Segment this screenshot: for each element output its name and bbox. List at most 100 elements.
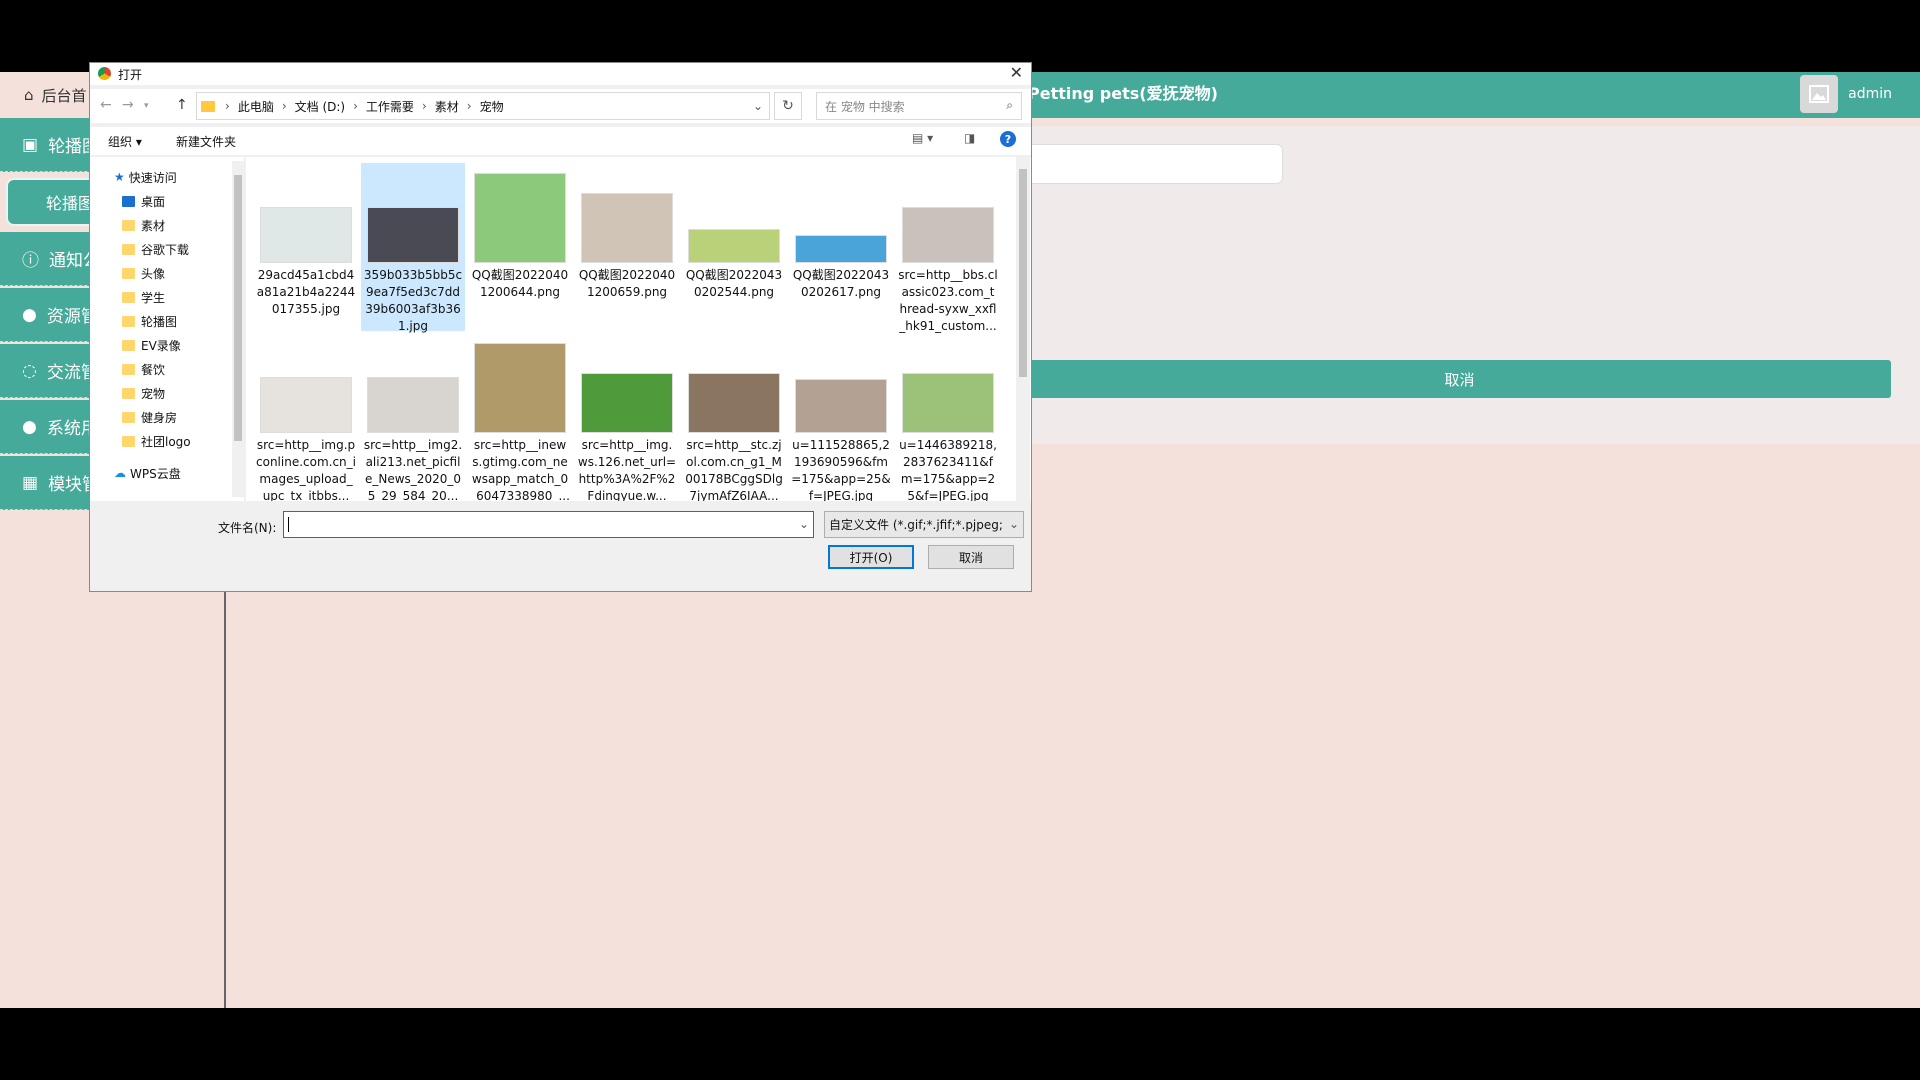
close-icon[interactable]: ✕ (1010, 63, 1023, 82)
refresh-icon[interactable]: ↻ (774, 92, 802, 120)
breadcrumb-item[interactable]: 工作需要 (366, 98, 414, 115)
nav-item-label: 轮播图 (141, 314, 178, 329)
bulb-icon: ● (22, 304, 37, 325)
info-icon: ⓘ (22, 251, 39, 271)
form-cancel-button[interactable]: 取消 (1028, 360, 1891, 398)
file-item[interactable]: QQ截图20220401200644.png (468, 163, 572, 331)
file-grid: 29acd45a1cbd4a81a21b4a2244017355.jpg 359b… (246, 157, 1031, 501)
file-item[interactable]: src=http__img.pconline.com.cn_images_upl… (254, 333, 358, 501)
back-arrow-icon[interactable]: ← (100, 97, 112, 113)
file-thumbnail (367, 377, 459, 433)
new-folder-button[interactable]: 新建文件夹 (176, 133, 236, 150)
file-name: QQ截图20220430202617.png (792, 268, 890, 299)
nav-item-label: WPS云盘 (130, 466, 181, 481)
file-item[interactable]: src=http__img.ws.126.net_url=http%3A%2F%… (575, 333, 679, 501)
home-link[interactable]: ⌂ 后台首 (0, 72, 100, 118)
nav-item-label: 社团logo (141, 434, 191, 449)
file-name: src=http__img.ws.126.net_url=http%3A%2F%… (577, 438, 677, 501)
file-item[interactable]: 359b033b5bb5c9ea7f5ed3c7dd39b6003af3b361… (361, 163, 465, 333)
file-thumbnail (581, 193, 673, 263)
breadcrumb-item[interactable]: 素材 (435, 98, 459, 115)
file-name: QQ截图20220430202544.png (685, 268, 783, 299)
star-icon: ★ (114, 170, 125, 184)
nav-item-label: 餐饮 (141, 362, 166, 377)
nav-scrollbar[interactable] (232, 161, 244, 497)
file-item[interactable]: src=http__bbs.classic023.com_thread-syxw… (896, 163, 1000, 333)
up-arrow-icon[interactable]: ↑ (176, 97, 188, 113)
file-thumbnail (474, 343, 566, 433)
file-item[interactable]: QQ截图20220401200659.png (575, 163, 679, 331)
file-item[interactable]: src=http__stc.zjol.com.cn_g1_M00178BCggS… (682, 333, 786, 501)
file-name: src=http__bbs.classic023.com_thread-syxw… (898, 268, 998, 333)
file-thumbnail (688, 229, 780, 263)
breadcrumb-item[interactable]: 此电脑 (238, 98, 274, 115)
file-item[interactable]: QQ截图20220430202544.png (682, 163, 786, 331)
form-input[interactable] (1028, 144, 1283, 184)
nav-item-label: 素材 (141, 218, 166, 233)
search-input[interactable]: 在 宠物 中搜索 ⌕ (816, 92, 1022, 120)
file-grid-scrollbar[interactable] (1016, 157, 1030, 501)
nav-item-label: EV录像 (141, 338, 181, 353)
chevron-right-icon: › (421, 99, 427, 113)
breadcrumb-item[interactable]: 文档 (D:) (295, 98, 345, 115)
folder-icon (122, 267, 135, 279)
desktop-icon (122, 195, 135, 207)
search-placeholder: 在 宠物 中搜索 (825, 99, 905, 114)
file-item[interactable]: 29acd45a1cbd4a81a21b4a2244017355.jpg (254, 163, 358, 331)
nav-scrollbar-thumb[interactable] (234, 175, 242, 441)
home-label: 后台首 (41, 86, 87, 105)
file-name: QQ截图20220401200659.png (578, 268, 676, 299)
chevron-down-icon[interactable]: ⌄ (799, 517, 809, 531)
file-item[interactable]: u=111528865,2193690596&fm=175&app=25&f=J… (789, 333, 893, 501)
nav-item-label: 快速访问 (128, 170, 177, 185)
dialog-footer: 文件名(N): ⌄ 自定义文件 (*.gif;*.jfif;*.pjpeg; ⌄… (90, 501, 1031, 591)
file-name: src=http__inews.gtimg.com_newsapp_match_… (470, 438, 570, 501)
dialog-navbar: ← → ▾ ↑ › 此电脑 › 文档 (D:) › 工作需要 › 素材 › 宠物… (90, 89, 1031, 123)
file-item[interactable]: QQ截图20220430202617.png (789, 163, 893, 331)
search-icon: ⌕ (1006, 98, 1013, 112)
file-thumbnail (581, 373, 673, 433)
breadcrumb-item[interactable]: 宠物 (480, 98, 504, 115)
file-thumbnail (474, 173, 566, 263)
help-icon[interactable]: ? (1000, 131, 1016, 147)
file-thumbnail (902, 207, 994, 263)
file-item[interactable]: src=http__inews.gtimg.com_newsapp_match_… (468, 333, 572, 501)
open-button[interactable]: 打开(O) (828, 545, 914, 569)
file-item[interactable]: u=1446389218,2837623411&fm=175&app=25&f=… (896, 333, 1000, 501)
folder-icon (122, 339, 135, 351)
file-grid-scrollbar-thumb[interactable] (1019, 169, 1027, 377)
file-name: u=1446389218,2837623411&fm=175&app=25&f=… (899, 438, 997, 501)
navigation-pane: ★快速访问 桌面📌 素材📌 谷歌下载📌 头像📌 学生📌 轮播图📌 EV录像📌 餐… (90, 157, 262, 501)
file-thumbnail (260, 207, 352, 263)
file-type-select[interactable]: 自定义文件 (*.gif;*.jfif;*.pjpeg; ⌄ (824, 511, 1024, 538)
folder-icon (122, 387, 135, 399)
nav-item-label: 宠物 (141, 386, 166, 401)
grid-icon: ▦ (22, 472, 39, 493)
user-menu[interactable]: admin (1800, 75, 1892, 113)
preview-pane-icon[interactable]: ◨ (964, 131, 975, 145)
address-bar[interactable]: › 此电脑 › 文档 (D:) › 工作需要 › 素材 › 宠物 ⌄ (196, 92, 770, 120)
filename-input[interactable]: ⌄ (283, 511, 814, 538)
folder-icon (122, 411, 135, 423)
username: admin (1848, 86, 1892, 102)
chrome-icon (98, 67, 111, 80)
file-item[interactable]: src=http__img2.ali213.net_picfile_News_2… (361, 333, 465, 501)
organize-menu[interactable]: 组织 ▾ (108, 133, 142, 150)
nav-item-label: 健身房 (141, 410, 178, 425)
screen: Petting pets(爱抚宠物) admin ⌂ 后台首 ▣ 轮播图 轮播图 … (0, 0, 1920, 1080)
text-caret (288, 517, 289, 532)
forward-arrow-icon[interactable]: → (122, 97, 134, 113)
file-name: src=http__img.pconline.com.cn_images_upl… (256, 438, 356, 501)
folder-icon (122, 315, 135, 327)
dialog-titlebar[interactable]: 打开 ✕ (90, 63, 1031, 85)
avatar-icon[interactable] (1800, 75, 1839, 113)
view-mode-icon[interactable]: ▤ ▾ (912, 131, 933, 145)
home-icon: ⌂ (24, 86, 34, 104)
chevron-right-icon: › (466, 99, 472, 113)
app-title: Petting pets(爱抚宠物) (1028, 84, 1218, 103)
file-name: src=http__stc.zjol.com.cn_g1_M00178BCggS… (685, 438, 783, 501)
cancel-button[interactable]: 取消 (928, 545, 1014, 569)
file-name: u=111528865,2193690596&fm=175&app=25&f=J… (791, 438, 891, 501)
chevron-down-icon[interactable]: ⌄ (753, 99, 763, 113)
recent-dropdown-icon[interactable]: ▾ (144, 101, 149, 111)
